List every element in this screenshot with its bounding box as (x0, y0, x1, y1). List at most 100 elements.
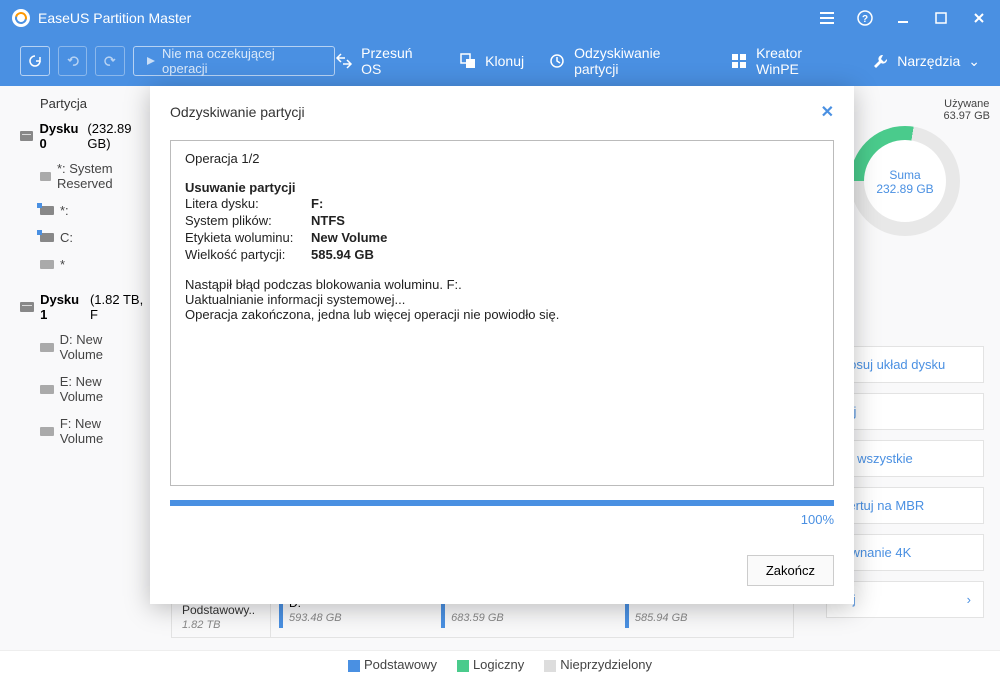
partition-row[interactable]: D: New Volume (16, 326, 147, 368)
disk-0-name: Dysku 0 (39, 121, 81, 151)
used-value: 63.97 GB (944, 110, 990, 122)
legend-logical-swatch (457, 660, 469, 672)
partition-row[interactable]: *: (16, 197, 147, 224)
migrate-os-button[interactable]: Przesuń OS (335, 45, 435, 77)
legend-unalloc: Nieprzydzielony (560, 657, 652, 672)
legend-unalloc-swatch (544, 660, 556, 672)
part-label: D: New Volume (60, 332, 147, 362)
redo-button[interactable] (95, 46, 125, 76)
titlebar-left: EaseUS Partition Master (12, 9, 191, 27)
disk-0-size: (232.89 GB) (87, 121, 147, 151)
app-logo-icon (12, 9, 30, 27)
total-label: Suma (889, 168, 920, 182)
legend-logical: Logiczny (473, 657, 524, 672)
titlebar-controls: ? (818, 9, 988, 27)
partition-row[interactable]: C: (16, 224, 147, 251)
partition-row[interactable]: F: New Volume (16, 410, 147, 452)
minimize-icon[interactable] (894, 9, 912, 27)
part-label: F: New Volume (60, 416, 147, 446)
wrench-icon (871, 52, 889, 70)
modal-body: Operacja 1/2 Usuwanie partycji Litera dy… (170, 140, 834, 486)
progress-bar (170, 500, 834, 506)
recover-label: Odzyskiwanie partycji (574, 45, 706, 77)
partition-icon (40, 343, 54, 352)
part-label: *: (60, 203, 69, 218)
chevron-right-icon: › (967, 592, 971, 607)
clone-button[interactable]: Klonuj (459, 45, 524, 77)
partition-tree: Partycja Dysku 0 (232.89 GB) *: System R… (0, 86, 155, 650)
log-line: Nastąpił błąd podczas blokowania wolumin… (185, 277, 819, 292)
toolbar: Nie ma oczekującej operacji Przesuń OS K… (0, 36, 1000, 86)
menu-icon[interactable] (818, 9, 836, 27)
row-val: F: (311, 196, 323, 211)
tools-button[interactable]: Narzędzia ⌄ (871, 45, 980, 77)
chevron-down-icon: ⌄ (968, 53, 980, 70)
play-icon (146, 56, 156, 66)
svg-text:?: ? (862, 14, 868, 25)
winpe-label: Kreator WinPE (756, 45, 847, 77)
pending-label: Nie ma oczekującej operacji (162, 46, 322, 76)
legend-basic-swatch (348, 660, 360, 672)
close-icon[interactable] (970, 9, 988, 27)
modal-close-button[interactable]: ✕ (821, 102, 834, 122)
disk-0-row[interactable]: Dysku 0 (232.89 GB) (16, 117, 147, 155)
help-icon[interactable]: ? (856, 9, 874, 27)
disk-size: 1.82 TB (182, 619, 221, 631)
clone-label: Klonuj (485, 53, 524, 69)
modal-title: Odzyskiwanie partycji (170, 104, 305, 120)
disk-1-name: Dysku 1 (40, 292, 84, 322)
row-key: Etykieta woluminu: (185, 230, 311, 245)
partition-row[interactable]: *: System Reserved (16, 155, 147, 197)
disk-1-size: (1.82 TB, F (90, 292, 147, 322)
windows-icon (730, 52, 748, 70)
part-label: C: (60, 230, 73, 245)
partition-icon (40, 385, 54, 394)
operation-name: Usuwanie partycji (185, 180, 819, 195)
tools-label: Narzędzia (897, 53, 960, 69)
legend-basic: Podstawowy (364, 657, 437, 672)
titlebar: EaseUS Partition Master ? (0, 0, 1000, 36)
finish-button[interactable]: Zakończ (747, 555, 834, 586)
undo-button[interactable] (58, 46, 88, 76)
part-label: *: System Reserved (57, 161, 147, 191)
tree-header: Partycja (16, 94, 147, 117)
used-label: Używane (944, 98, 989, 110)
disk-type: Podstawowy.. (182, 603, 255, 617)
seg-size: 593.48 GB (289, 612, 342, 624)
row-val: New Volume (311, 230, 387, 245)
migrate-label: Przesuń OS (361, 45, 435, 77)
partition-icon (40, 233, 54, 242)
seg-size: 683.59 GB (451, 612, 504, 624)
row-key: Litera dysku: (185, 196, 311, 211)
app-title: EaseUS Partition Master (38, 10, 191, 26)
recovery-modal: Odzyskiwanie partycji ✕ Operacja 1/2 Usu… (150, 86, 854, 604)
partition-row[interactable]: E: New Volume (16, 368, 147, 410)
total-value: 232.89 GB (876, 182, 933, 196)
refresh-button[interactable] (20, 46, 50, 76)
winpe-button[interactable]: Kreator WinPE (730, 45, 847, 77)
partition-icon (40, 206, 54, 215)
progress-percent: 100% (170, 512, 834, 527)
log-line: Uaktualnianie informacji systemowej... (185, 292, 819, 307)
legend: Podstawowy Logiczny Nieprzydzielony (0, 650, 1000, 678)
maximize-icon[interactable] (932, 9, 950, 27)
recover-partition-button[interactable]: Odzyskiwanie partycji (548, 45, 706, 77)
disk-icon (20, 302, 34, 312)
partition-icon (40, 172, 51, 181)
disk-1-row[interactable]: Dysku 1 (1.82 TB, F (16, 288, 147, 326)
row-val: 585.94 GB (311, 247, 374, 262)
partition-row[interactable]: * (16, 251, 147, 278)
migrate-icon (335, 52, 353, 70)
part-label: * (60, 257, 65, 272)
partition-icon (40, 260, 54, 269)
row-key: System plików: (185, 213, 311, 228)
log-line: Operacja zakończona, jedna lub więcej op… (185, 307, 819, 322)
pending-operations: Nie ma oczekującej operacji (133, 46, 335, 76)
row-key: Wielkość partycji: (185, 247, 311, 262)
row-val: NTFS (311, 213, 345, 228)
recover-icon (548, 52, 566, 70)
seg-size: 585.94 GB (635, 612, 688, 624)
operation-counter: Operacja 1/2 (185, 151, 819, 166)
part-label: E: New Volume (60, 374, 147, 404)
disk-icon (20, 131, 33, 141)
